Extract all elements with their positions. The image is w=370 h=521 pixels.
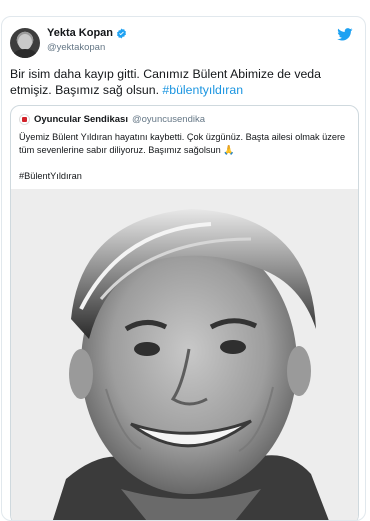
verified-badge-icon — [116, 27, 127, 39]
quoted-hashtag-link[interactable]: #BülentYıldıran — [19, 171, 82, 181]
tweet-card[interactable]: Yekta Kopan @yektakopan Bir isim daha ka… — [1, 16, 366, 521]
tweet-hashtag-link[interactable]: #bülentyıldıran — [162, 83, 243, 97]
quoted-header: Oyuncular Sendikası @oyuncusendika — [19, 114, 205, 125]
author-name-row[interactable]: Yekta Kopan — [47, 27, 127, 39]
quoted-photo[interactable] — [11, 189, 358, 520]
quoted-name[interactable]: Oyuncular Sendikası — [34, 114, 128, 125]
quoted-text: Üyemiz Bülent Yıldıran hayatını kaybetti… — [19, 132, 346, 155]
tweet-text: Bir isim daha kayıp gitti. Canımız Bülen… — [10, 67, 360, 98]
quoted-tweet[interactable]: Oyuncular Sendikası @oyuncusendika Üyemi… — [10, 105, 359, 520]
author-name[interactable]: Yekta Kopan — [47, 27, 113, 39]
quoted-handle[interactable]: @oyuncusendika — [132, 114, 205, 125]
quoted-avatar[interactable] — [19, 114, 30, 125]
portrait-image — [11, 189, 358, 520]
author-handle[interactable]: @yektakopan — [47, 42, 105, 53]
twitter-bird-icon[interactable] — [337, 28, 353, 41]
author-avatar[interactable] — [10, 28, 40, 58]
